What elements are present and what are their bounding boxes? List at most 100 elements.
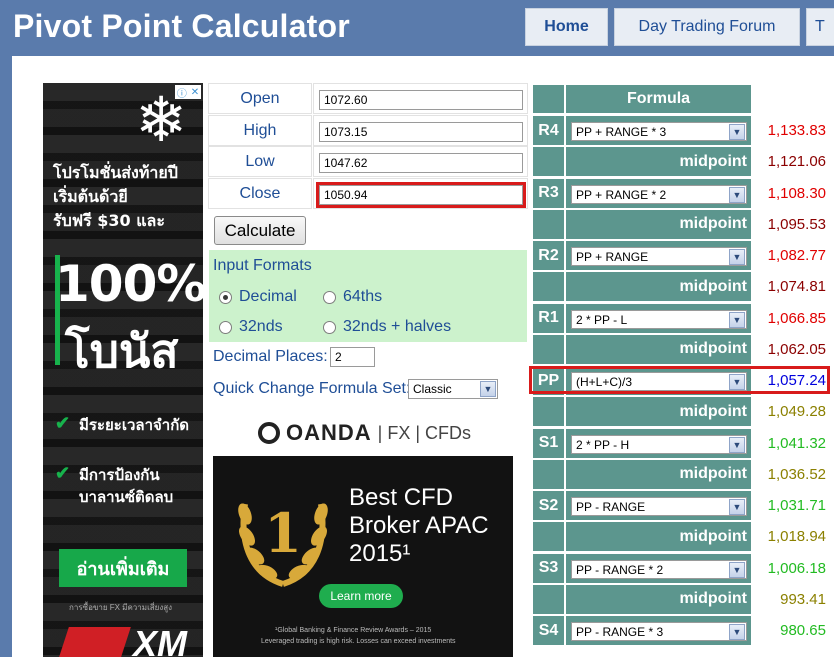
formula-select-r4[interactable]: PP + RANGE * 3 ▼ (571, 122, 747, 141)
calculate-button[interactable]: Calculate (214, 216, 306, 245)
level-row-r3: R3 PP + RANGE * 2 ▼ 1,108.30 (532, 177, 834, 209)
radio-icon[interactable] (323, 290, 336, 304)
close-label: Close (208, 178, 312, 209)
oanda-logo[interactable]: OANDA | FX | CFDs (258, 420, 471, 446)
chevron-down-icon[interactable]: ▼ (729, 374, 745, 390)
formula-select-s4[interactable]: PP - RANGE * 3 ▼ (571, 622, 747, 641)
decimal-places-input[interactable]: 2 (330, 347, 375, 367)
input-formats-panel: Input Formats Decimal 64ths 32nds 32nds … (209, 250, 527, 342)
formula-select-s3[interactable]: PP - RANGE * 2 ▼ (571, 559, 747, 579)
oanda-headline-3: 2015¹ (349, 540, 411, 567)
formula-select-cell: PP - RANGE ▼ (565, 490, 752, 521)
level-row-s1: S1 2 * PP - H ▼ 1,041.32 (532, 427, 834, 459)
midpoint-value: 1,036.52 (767, 465, 826, 483)
level-label-s1: S1 (532, 427, 565, 459)
input-formats-title: Input Formats (213, 257, 312, 274)
chevron-down-icon[interactable]: ▼ (729, 436, 745, 453)
formula-select-value: PP + RANGE (576, 250, 649, 264)
midpoint-label: midpoint (565, 208, 752, 240)
ad-promo-line-3: รับฟรี $30 และ (53, 211, 165, 230)
level-value-r4: 1,133.83 (767, 122, 826, 139)
ad-big-percent: 100% (55, 255, 203, 313)
xm-logo-mark (57, 627, 131, 657)
radio-icon[interactable] (219, 320, 232, 334)
level-value-r2: 1,082.77 (767, 247, 826, 264)
nav-home-button[interactable]: Home (525, 8, 608, 46)
level-row-pp: PP (H+L+C)/3 ▼ 1,057.24 (532, 365, 834, 396)
formula-select-pp[interactable]: (H+L+C)/3 ▼ (571, 372, 747, 391)
midpoint-row: midpoint 1,074.81 (532, 271, 834, 303)
chevron-down-icon[interactable]: ▼ (729, 624, 745, 640)
decimal-radio-label: Decimal (239, 288, 297, 305)
midpoint-value: 993.41 (780, 590, 826, 608)
formula-select-value: PP - RANGE * 3 (576, 625, 664, 639)
high-input[interactable]: 1073.15 (319, 122, 523, 142)
decimal-radio[interactable]: Decimal (219, 288, 297, 306)
chevron-down-icon[interactable]: ▼ (729, 186, 745, 203)
oanda-mark-icon (258, 422, 280, 444)
32nds-radio-label: 32nds (239, 318, 283, 335)
formula-select-cell: PP + RANGE * 2 ▼ (565, 177, 752, 209)
oanda-ad-banner[interactable]: 1 Best CFD Broker APAC 2015¹ Learn more … (213, 456, 513, 657)
xm-logo: XM (57, 623, 193, 657)
chevron-down-icon[interactable]: ▼ (729, 561, 745, 578)
close-input[interactable]: 1050.94 (316, 182, 526, 208)
midpoint-label-cell (532, 521, 565, 553)
formula-select-cell: PP - RANGE * 3 ▼ (565, 615, 752, 646)
nav-day-trading-forum-button[interactable]: Day Trading Forum (614, 8, 800, 46)
formula-select-r2[interactable]: PP + RANGE ▼ (571, 247, 747, 266)
formula-select-value: PP - RANGE (576, 500, 646, 514)
midpoint-label: midpoint (565, 333, 752, 365)
midpoint-value: 1,062.05 (767, 340, 826, 358)
chevron-down-icon[interactable]: ▼ (729, 249, 745, 265)
level-value-s2: 1,031.71 (767, 497, 826, 514)
midpoint-row: midpoint 1,018.94 (532, 521, 834, 553)
32nds-halves-radio[interactable]: 32nds + halves (323, 318, 451, 336)
formula-select-r3[interactable]: PP + RANGE * 2 ▼ (571, 184, 747, 204)
oanda-learn-more-button[interactable]: Learn more (319, 584, 403, 608)
ad-read-more-button[interactable]: อ่านเพิ่มเติม (59, 549, 187, 587)
low-input[interactable]: 1047.62 (319, 153, 523, 173)
formula-select-cell: (H+L+C)/3 ▼ (565, 365, 752, 396)
midpoint-label-cell (532, 583, 565, 615)
midpoint-label: midpoint (565, 396, 752, 428)
chevron-down-icon[interactable]: ▼ (729, 311, 745, 328)
left-ad-banner[interactable]: ⓘ ✕ ❄ โปรโมชั่นส่งท้ายปี เริ่มต้นด้วยี รั… (43, 83, 203, 657)
level-row-s2: S2 PP - RANGE ▼ 1,031.71 (532, 490, 834, 521)
oanda-headline-1: Best CFD (349, 484, 454, 511)
oanda-headline-2: Broker APAC (349, 512, 489, 539)
midpoint-value: 1,121.06 (767, 153, 826, 171)
low-row: Low 1047.62 (208, 146, 528, 177)
level-label-s2: S2 (532, 490, 565, 521)
chevron-down-icon[interactable]: ▼ (480, 381, 496, 397)
close-row: Close 1050.94 (208, 178, 528, 209)
formula-select-value: PP + RANGE * 3 (576, 125, 667, 139)
check-icon: ✔ (55, 413, 71, 433)
chevron-down-icon[interactable]: ▼ (729, 124, 745, 140)
level-row-r1: R1 2 * PP - L ▼ 1,066.85 (532, 302, 834, 334)
close-label-text: Close (239, 184, 281, 202)
snowflake-icon: ❄ (135, 83, 187, 156)
xm-logo-text: XM (133, 623, 187, 657)
level-value-pp: 1,057.24 (767, 372, 826, 389)
nav-more-button[interactable]: T (806, 8, 834, 46)
open-input[interactable]: 1072.60 (319, 90, 523, 110)
chevron-down-icon[interactable]: ▼ (729, 499, 745, 515)
64ths-radio-label: 64ths (343, 288, 383, 305)
radio-selected-icon[interactable] (219, 290, 232, 304)
formula-select-value: PP + RANGE * 2 (576, 187, 667, 202)
decimal-places-label: Decimal Places: (213, 348, 328, 365)
formula-header-corner (532, 84, 565, 114)
32nds-radio[interactable]: 32nds (219, 318, 283, 336)
radio-icon[interactable] (323, 320, 336, 334)
level-label-r3: R3 (532, 177, 565, 209)
midpoint-label-cell (532, 146, 565, 178)
formula-select-s2[interactable]: PP - RANGE ▼ (571, 497, 747, 516)
ad-check-text-1: มีระยะเวลาจำกัด (79, 416, 190, 434)
formula-select-r1[interactable]: 2 * PP - L ▼ (571, 309, 747, 329)
formula-select-s1[interactable]: 2 * PP - H ▼ (571, 434, 747, 454)
64ths-radio[interactable]: 64ths (323, 288, 382, 306)
level-row-s4: S4 PP - RANGE * 3 ▼ 980.65 (532, 615, 834, 646)
formula-set-select[interactable]: Classic ▼ (408, 379, 498, 399)
level-value-s3: 1,006.18 (767, 559, 826, 577)
